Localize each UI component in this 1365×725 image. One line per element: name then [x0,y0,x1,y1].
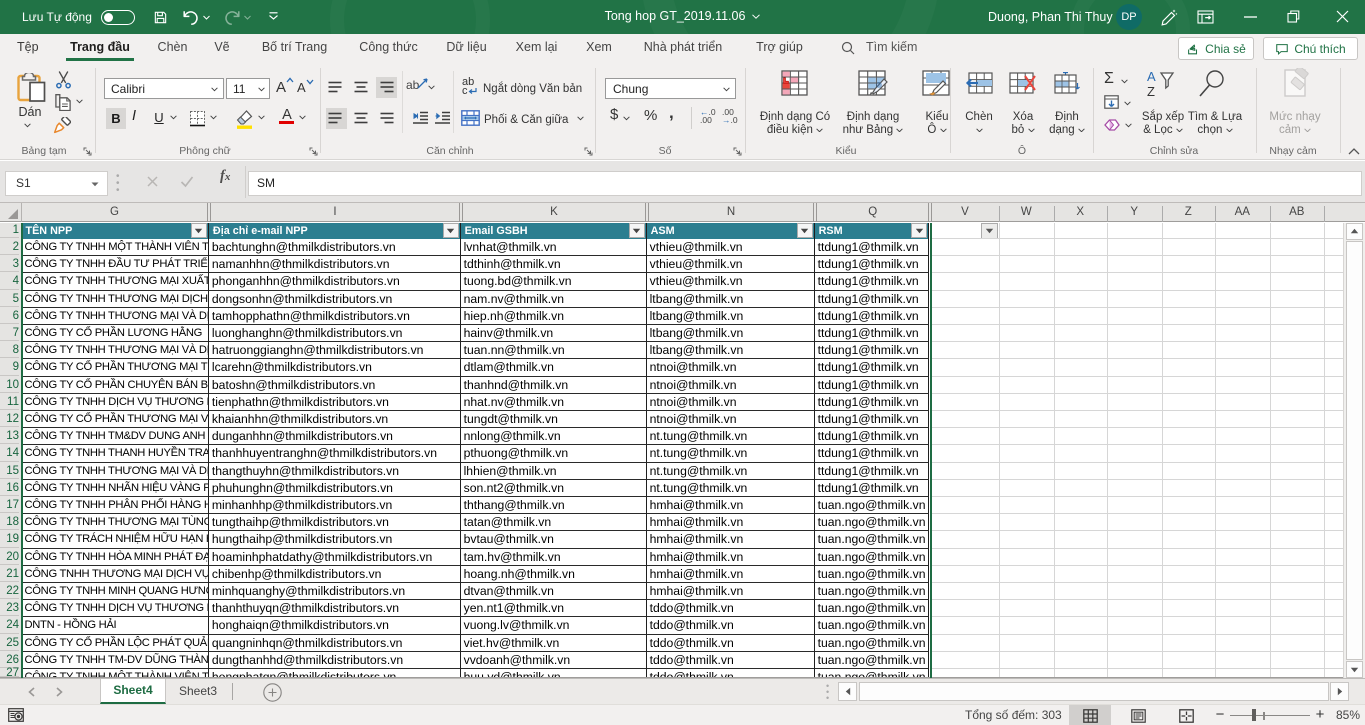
svg-text:Z: Z [1147,84,1155,99]
svg-text:A: A [1147,69,1156,84]
